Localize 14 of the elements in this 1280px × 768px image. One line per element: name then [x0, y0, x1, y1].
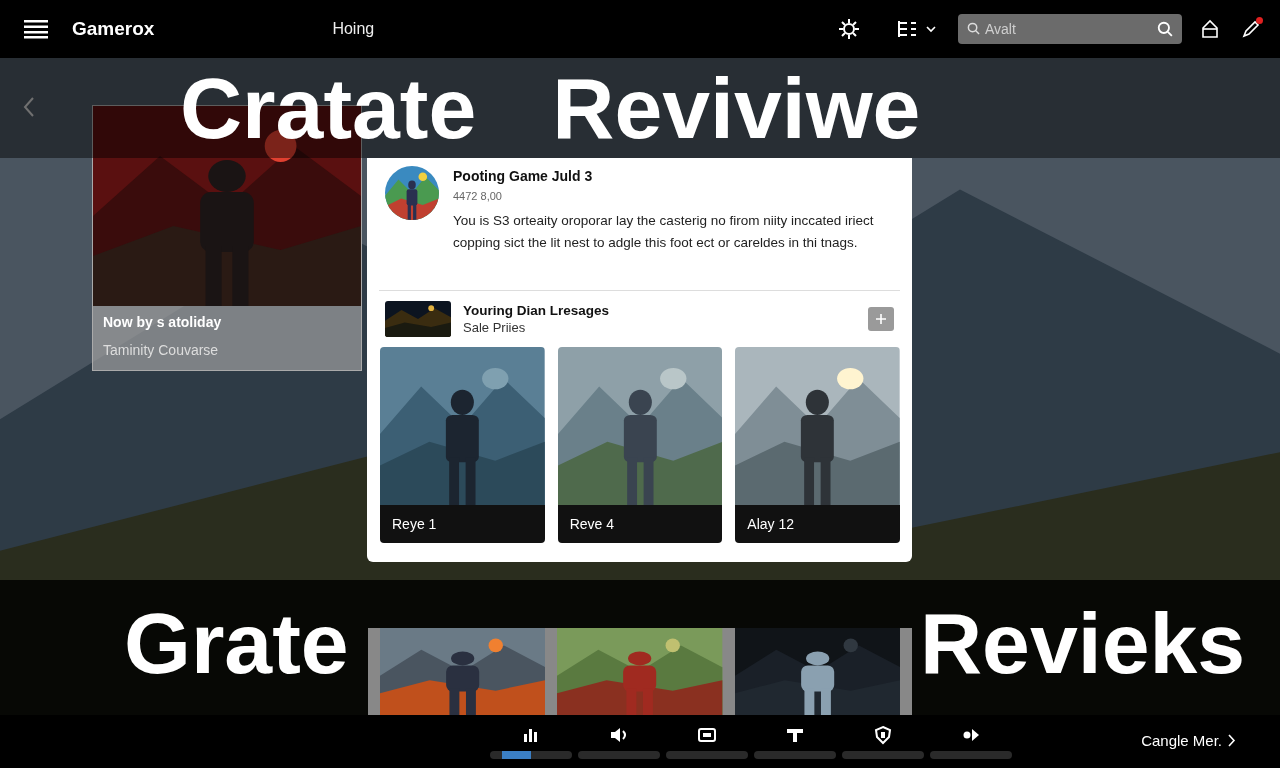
- pen-icon[interactable]: [1242, 20, 1260, 38]
- nav-link[interactable]: Hoing: [332, 20, 375, 38]
- chevron-right-icon: [1228, 734, 1236, 747]
- gear-icon[interactable]: [838, 18, 860, 40]
- search-icon[interactable]: [1157, 21, 1173, 37]
- more-link[interactable]: Cangle Mer.: [1141, 732, 1236, 749]
- search-icon: [967, 22, 980, 35]
- app-title: Gamerox: [72, 18, 155, 40]
- search-field[interactable]: Avalt: [958, 14, 1182, 44]
- menu-icon[interactable]: [24, 19, 48, 39]
- home-icon[interactable]: [1200, 19, 1220, 39]
- caret-icon[interactable]: [926, 25, 936, 33]
- shield-icon: [873, 724, 893, 745]
- layout-icon[interactable]: [896, 19, 918, 39]
